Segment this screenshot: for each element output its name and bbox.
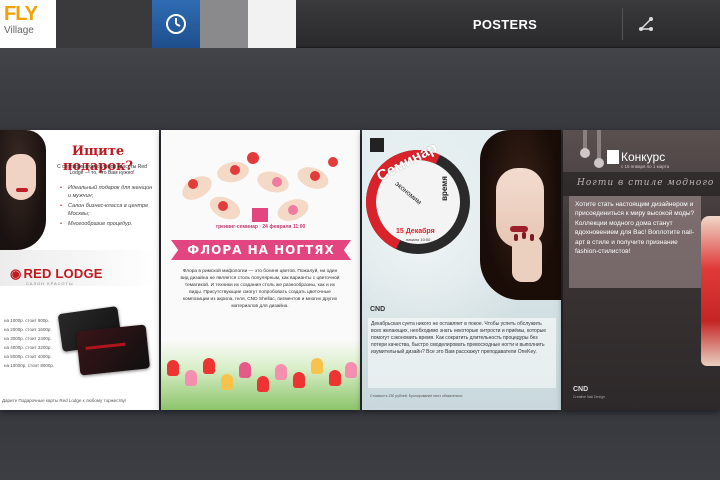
poster-body: Декабрьская суета никого не оставляет в …: [368, 318, 556, 388]
brand-name: CND: [370, 306, 386, 313]
brand-subtitle: САЛОН КРАСОТЫ: [26, 281, 74, 286]
model-figure: [701, 216, 720, 366]
header-spacer: [56, 0, 152, 48]
card-ribbon: [85, 342, 126, 350]
header-divider: [622, 8, 623, 40]
poster-subheading: С сертификатом салонов красоты Red Lodge…: [57, 164, 147, 176]
cnd-logo-icon: [370, 138, 384, 152]
poster-bullets: Идеальный подарок для женщин и мужчин; С…: [60, 184, 156, 230]
tulip-shape: [275, 364, 287, 380]
poster-title-banner: ФЛОРА НА НОГТЯХ: [171, 240, 351, 260]
nail-shape: [514, 234, 518, 241]
event-info: тренинг-семинар · 24 февраля 11:00: [215, 224, 306, 230]
poster-small-print: Стоимость 150 рублей. Бронирование мест …: [370, 394, 464, 398]
price-item: на 1000р. стоит 800р.: [4, 318, 50, 323]
tulip-shape: [293, 372, 305, 388]
share-icon: [639, 17, 653, 31]
gift-card-image: [75, 324, 151, 376]
header-tile-grey[interactable]: [200, 0, 248, 48]
lamp-rod: [597, 130, 601, 160]
seminar-start: начало 10:00: [406, 237, 431, 242]
logo-fly-text: FLY: [4, 3, 38, 25]
poster-body: Хотите стать настоящим дизайнером и прис…: [569, 196, 701, 288]
tulip-shape: [167, 360, 179, 376]
price-item: на 5000р. стоит 4000р.: [4, 354, 52, 359]
brand-subtitle: Creative Nail Design: [573, 395, 605, 399]
tulip-shape: [311, 358, 323, 374]
poster-flora[interactable]: тренинг-семинар · 24 февраля 11:00 ФЛОРА…: [161, 130, 360, 410]
tulip-shape: [185, 370, 197, 386]
poster-footer: Дарите Подарочные карты Red Lodge к любо…: [2, 398, 127, 403]
contest-title: Конкурс: [621, 150, 666, 164]
price-list: на 1000р. стоит 800р. на 2000р. стоит 16…: [4, 316, 64, 370]
poster-seminar[interactable]: Семинар экономим время 15 Декабря начало…: [362, 130, 561, 410]
poster-red-lodge[interactable]: Ищите подарок? С сертификатом салонов кр…: [0, 130, 159, 410]
bullet-item: Салон бизнес-класса в центре Москвы;: [60, 202, 156, 218]
page-title: POSTERS: [472, 17, 538, 32]
brand-name: CND: [573, 386, 589, 393]
seminar-time: время: [439, 176, 449, 201]
contest-date: с 15 января по 1 марта: [621, 164, 670, 169]
brand-name: RED LODGE: [23, 266, 103, 281]
bullet-item: Идеальный подарок для женщин и мужчин;: [60, 184, 156, 200]
tulip-shape: [345, 362, 357, 378]
bullet-item: Многообразие процедур.: [60, 220, 156, 228]
seminar-date: 15 Декабря: [396, 228, 435, 235]
header-tile-white[interactable]: [248, 0, 296, 48]
contest-logo-icon: [607, 150, 619, 164]
model-face: [6, 154, 36, 200]
tulip-shape: [221, 374, 233, 390]
price-item: на 2000р. стоит 1600р.: [4, 327, 52, 332]
logo-village-text: Village: [4, 25, 34, 36]
clock-button[interactable]: [152, 0, 200, 48]
price-item: на 3000р. стоит 2400р.: [4, 336, 52, 341]
lamp-head: [594, 158, 604, 168]
share-button[interactable]: [626, 4, 666, 44]
app-logo[interactable]: FLY Village: [0, 0, 56, 48]
model-hand: [512, 236, 542, 282]
tulip-shape: [203, 358, 215, 374]
top-bar: FLY Village POSTERS: [0, 0, 720, 48]
clock-icon: [166, 14, 186, 34]
tulips-image: [161, 340, 360, 410]
tulip-shape: [257, 376, 269, 392]
poster-body: Флора в римской мифологии — это богиня ц…: [180, 269, 340, 309]
tulip-shape: [329, 370, 341, 386]
lamp-rod: [583, 130, 587, 150]
brand-dot-icon: ◉: [10, 266, 22, 281]
model-lips: [16, 188, 28, 192]
nail-shape: [530, 234, 534, 241]
lamp-head: [580, 148, 590, 158]
price-item: на 10000р. стоит 8000р.: [4, 363, 55, 368]
price-item: на 4000р. стоит 3200р.: [4, 345, 52, 350]
contest-subtitle: Ногти в стиле модного: [563, 172, 720, 196]
tulip-shape: [239, 362, 251, 378]
poster-carousel[interactable]: Ищите подарок? С сертификатом салонов кр…: [0, 130, 720, 410]
poster-contest[interactable]: Конкурс с 15 января по 1 марта Ногти в с…: [563, 130, 720, 410]
flora-logo: [252, 208, 268, 222]
nail-shape: [522, 232, 526, 239]
brand-logo: ◉ RED LODGE: [10, 266, 103, 282]
model-lips: [510, 226, 528, 232]
